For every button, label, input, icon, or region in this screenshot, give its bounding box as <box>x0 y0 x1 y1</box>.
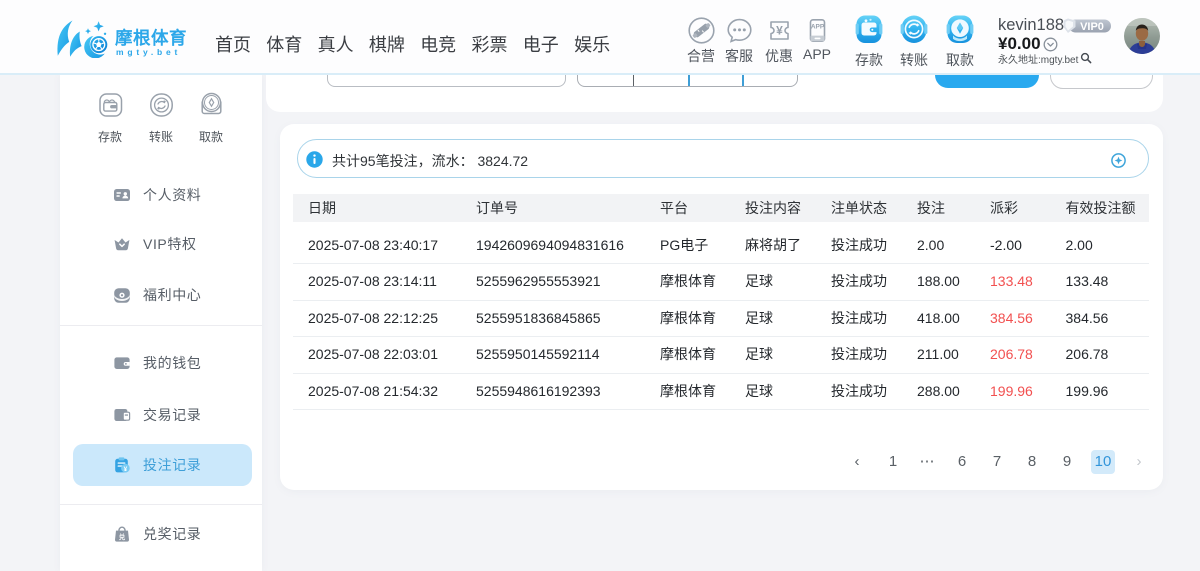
svg-text:VIP0: VIP0 <box>1080 21 1104 33</box>
svg-text:¥: ¥ <box>776 24 783 38</box>
svg-text:¥: ¥ <box>124 466 128 473</box>
svg-text:APP: APP <box>810 24 824 31</box>
svg-text:兑: 兑 <box>119 532 126 541</box>
